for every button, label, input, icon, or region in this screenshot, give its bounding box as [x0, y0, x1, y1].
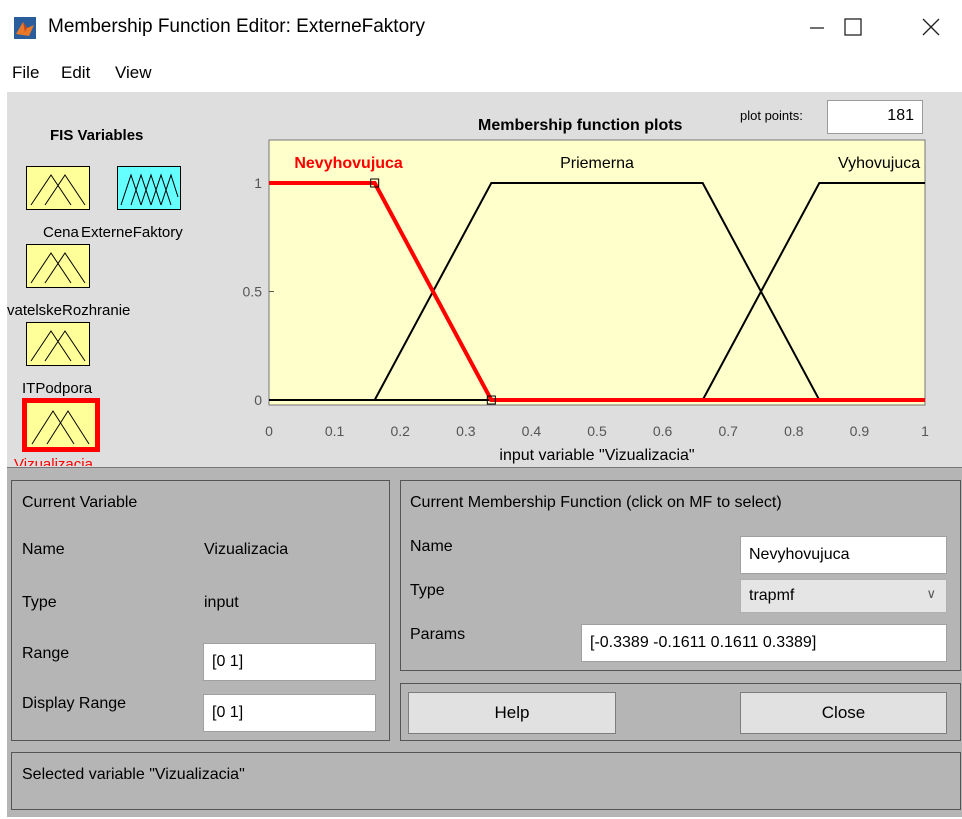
- mf-type-label: Type: [410, 582, 445, 599]
- var-type-value: input: [204, 594, 239, 611]
- range-input[interactable]: [0 1]: [203, 643, 376, 681]
- current-variable-title: Current Variable: [22, 494, 138, 511]
- mf-type-value: trapmf: [749, 587, 795, 604]
- x-tick-label: 0.1: [325, 423, 345, 439]
- mf-label-nevyhovujuca[interactable]: Nevyhovujuca: [294, 155, 403, 172]
- x-axis-label: input variable "Vizualizacia": [499, 447, 694, 464]
- mf-params-input[interactable]: [-0.3389 -0.1611 0.1611 0.3389]: [581, 624, 947, 662]
- chevron-down-icon: ∨: [926, 586, 936, 601]
- y-tick-label: 0.5: [243, 284, 263, 300]
- x-tick-label: 0.8: [784, 423, 804, 439]
- x-tick-label: 0.3: [456, 423, 476, 439]
- y-tick-label: 0: [254, 392, 262, 408]
- help-button[interactable]: Help: [408, 692, 616, 734]
- x-tick-label: 0.6: [653, 423, 673, 439]
- close-button[interactable]: Close: [740, 692, 947, 734]
- status-text: Selected variable "Vizualizacia": [22, 766, 245, 783]
- mf-name-label: Name: [410, 538, 453, 555]
- x-tick-label: 1: [921, 423, 929, 439]
- membership-plot[interactable]: 0 0.1 0.2 0.3 0.4 0.5 0.6 0.7 0.8 0.9 1 0 0.5 1 Nevyh…: [0, 0, 962, 470]
- mf-label-priemerna[interactable]: Priemerna: [560, 155, 634, 172]
- mf-name-input[interactable]: Nevyhovujuca: [740, 536, 947, 574]
- plot-area[interactable]: [268, 139, 926, 406]
- var-display-range-label: Display Range: [22, 695, 127, 712]
- x-tick-label: 0.2: [390, 423, 410, 439]
- mf-params-label: Params: [410, 626, 466, 643]
- current-mf-title: Current Membership Function (click on MF…: [410, 494, 782, 511]
- var-type-label: Type: [22, 594, 57, 611]
- var-name-value: Vizualizacia: [204, 541, 289, 558]
- x-tick-label: 0.9: [850, 423, 870, 439]
- var-name-label: Name: [22, 541, 65, 558]
- x-tick-label: 0.5: [587, 423, 607, 439]
- x-tick-label: 0.4: [522, 423, 542, 439]
- y-tick-label: 1: [254, 175, 262, 191]
- x-tick-label: 0.7: [718, 423, 738, 439]
- var-range-label: Range: [22, 645, 70, 662]
- x-tick-label: 0: [265, 423, 273, 439]
- display-range-input[interactable]: [0 1]: [203, 694, 376, 732]
- mf-type-select[interactable]: trapmf ∨: [740, 579, 947, 613]
- mf-label-vyhovujuca[interactable]: Vyhovujuca: [838, 155, 920, 172]
